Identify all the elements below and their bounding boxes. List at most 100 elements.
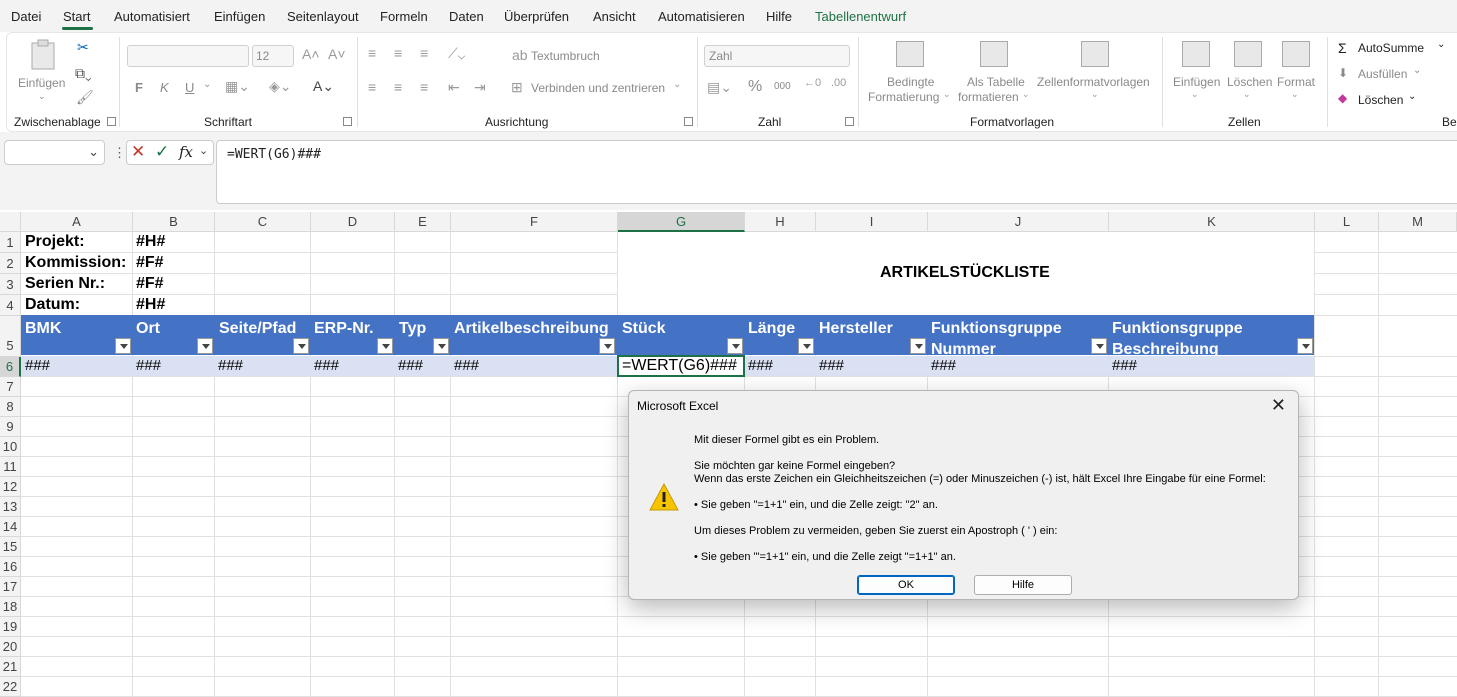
scissors-icon[interactable]: ✂ [77, 39, 89, 56]
kommission-label[interactable]: Kommission: [25, 254, 126, 272]
row-header[interactable]: 10 [0, 437, 21, 457]
header-ort[interactable]: Ort [136, 318, 160, 339]
tab-start[interactable]: Start [63, 9, 90, 24]
decrease-decimal-icon[interactable]: .00 [831, 77, 846, 89]
dialog-launcher-icon[interactable] [845, 117, 854, 126]
row-header[interactable]: 11 [0, 457, 21, 477]
cell-i6[interactable]: ### [819, 357, 844, 374]
filter-dropdown-icon[interactable] [798, 338, 814, 354]
filter-dropdown-icon[interactable] [433, 338, 449, 354]
row-header[interactable]: 2 [0, 253, 21, 274]
cell-c6[interactable]: ### [218, 357, 243, 374]
name-box[interactable]: ⌄ [4, 140, 105, 165]
header-artikel[interactable]: Artikelbeschreibung [454, 318, 609, 339]
tab-automatisiert[interactable]: Automatisiert [114, 9, 190, 24]
column-header-k[interactable]: K [1109, 212, 1315, 232]
wrap-text-button[interactable]: Textumbruch [531, 49, 600, 63]
header-erp[interactable]: ERP-Nr. [314, 318, 374, 339]
currency-icon[interactable]: ▤⌄ [707, 79, 732, 96]
align-left-icon[interactable]: ≡ [368, 79, 376, 95]
confirm-icon[interactable]: ✓ [155, 142, 169, 162]
formula-input[interactable]: =WERT(G6)### [216, 140, 1457, 204]
cell-a6[interactable]: ### [25, 357, 50, 374]
format-as-table-label-2[interactable]: formatieren [958, 90, 1019, 104]
row-header[interactable]: 4 [0, 295, 21, 316]
underline-button[interactable]: U [185, 80, 194, 95]
close-icon[interactable]: ✕ [1271, 395, 1286, 416]
conditional-format-label-1[interactable]: Bedingte [887, 75, 934, 89]
cell-styles-label[interactable]: Zellenformatvorlagen [1037, 75, 1150, 89]
row-header[interactable]: 6 [0, 357, 21, 377]
increase-indent-icon[interactable]: ⇥ [474, 79, 486, 96]
insert-cells-button[interactable]: Einfügen [1173, 75, 1220, 89]
format-cells-button[interactable]: Format [1277, 75, 1315, 89]
align-bottom-icon[interactable]: ≡ [420, 45, 428, 61]
clear-button[interactable]: Löschen [1358, 93, 1403, 107]
cell-h6[interactable]: ### [748, 357, 773, 374]
filter-dropdown-icon[interactable] [1297, 338, 1313, 354]
projekt-label[interactable]: Projekt: [25, 233, 85, 251]
font-family-combo[interactable] [127, 45, 249, 67]
tab-daten[interactable]: Daten [449, 9, 484, 24]
chevron-down-icon[interactable]: ⌄ [1413, 65, 1421, 76]
copy-icon[interactable]: ⧉⌄ [75, 65, 92, 82]
column-header-l[interactable]: L [1315, 212, 1379, 232]
border-icon[interactable]: ▦⌄ [225, 78, 250, 95]
projekt-value[interactable]: #H# [136, 233, 165, 251]
row-header[interactable]: 18 [0, 597, 21, 617]
row-header[interactable]: 7 [0, 377, 21, 397]
row-header[interactable]: 15 [0, 537, 21, 557]
shrink-font-icon[interactable]: A˅ [328, 46, 346, 62]
dialog-launcher-icon[interactable] [684, 117, 693, 126]
fill-button[interactable]: Ausfüllen [1358, 67, 1407, 81]
header-typ[interactable]: Typ [399, 318, 426, 339]
dialog-launcher-icon[interactable] [343, 117, 352, 126]
cell-b6[interactable]: ### [136, 357, 161, 374]
active-cell-g6[interactable]: =WERT(G6)### [617, 355, 745, 377]
column-header-h[interactable]: H [745, 212, 816, 232]
filter-dropdown-icon[interactable] [377, 338, 393, 354]
cancel-icon[interactable]: ✕ [131, 142, 145, 162]
font-size-combo[interactable]: 12 [252, 45, 294, 67]
font-color-icon[interactable]: A⌄ [313, 78, 334, 95]
percent-button[interactable]: % [748, 78, 762, 96]
row-header[interactable]: 19 [0, 617, 21, 637]
help-button[interactable]: Hilfe [974, 575, 1072, 595]
row-header[interactable]: 17 [0, 577, 21, 597]
header-seite[interactable]: Seite/Pfad [219, 318, 296, 339]
bold-button[interactable]: F [135, 80, 143, 95]
serien-value[interactable]: #F# [136, 275, 164, 293]
row-header[interactable]: 20 [0, 637, 21, 657]
dialog-launcher-icon[interactable] [107, 117, 116, 126]
datum-label[interactable]: Datum: [25, 296, 80, 314]
tab-seitenlayout[interactable]: Seitenlayout [287, 9, 359, 24]
align-middle-icon[interactable]: ≡ [394, 45, 402, 61]
tab-ueberpruefen[interactable]: Überprüfen [504, 9, 569, 24]
header-stueck[interactable]: Stück [622, 318, 666, 339]
align-right-icon[interactable]: ≡ [420, 79, 428, 95]
header-laenge[interactable]: Länge [748, 318, 795, 339]
filter-dropdown-icon[interactable] [197, 338, 213, 354]
column-header-c[interactable]: C [215, 212, 311, 232]
column-header-g[interactable]: G [618, 212, 745, 232]
row-header[interactable]: 14 [0, 517, 21, 537]
chevron-down-icon[interactable]: ⌄ [203, 79, 211, 90]
decrease-indent-icon[interactable]: ⇤ [448, 79, 460, 96]
ok-button[interactable]: OK [857, 575, 955, 595]
conditional-format-label-2[interactable]: Formatierung [868, 90, 939, 104]
filter-dropdown-icon[interactable] [910, 338, 926, 354]
tab-formeln[interactable]: Formeln [380, 9, 428, 24]
orientation-icon[interactable]: ⟋⌄ [448, 45, 465, 62]
chevron-down-icon[interactable]: ⌄ [1408, 91, 1416, 102]
header-hersteller[interactable]: Hersteller [819, 318, 893, 339]
header-fg-beschreibung-1[interactable]: Funktionsgruppe [1112, 318, 1243, 339]
column-header-e[interactable]: E [395, 212, 451, 232]
row-header[interactable]: 12 [0, 477, 21, 497]
select-all-corner[interactable] [0, 212, 21, 232]
filter-dropdown-icon[interactable] [727, 338, 743, 354]
row-header[interactable]: 1 [0, 232, 21, 253]
cell-k6[interactable]: ### [1112, 357, 1137, 374]
tab-hilfe[interactable]: Hilfe [766, 9, 792, 24]
merge-center-button[interactable]: Verbinden und zentrieren [531, 81, 665, 95]
kommission-value[interactable]: #F# [136, 254, 164, 272]
